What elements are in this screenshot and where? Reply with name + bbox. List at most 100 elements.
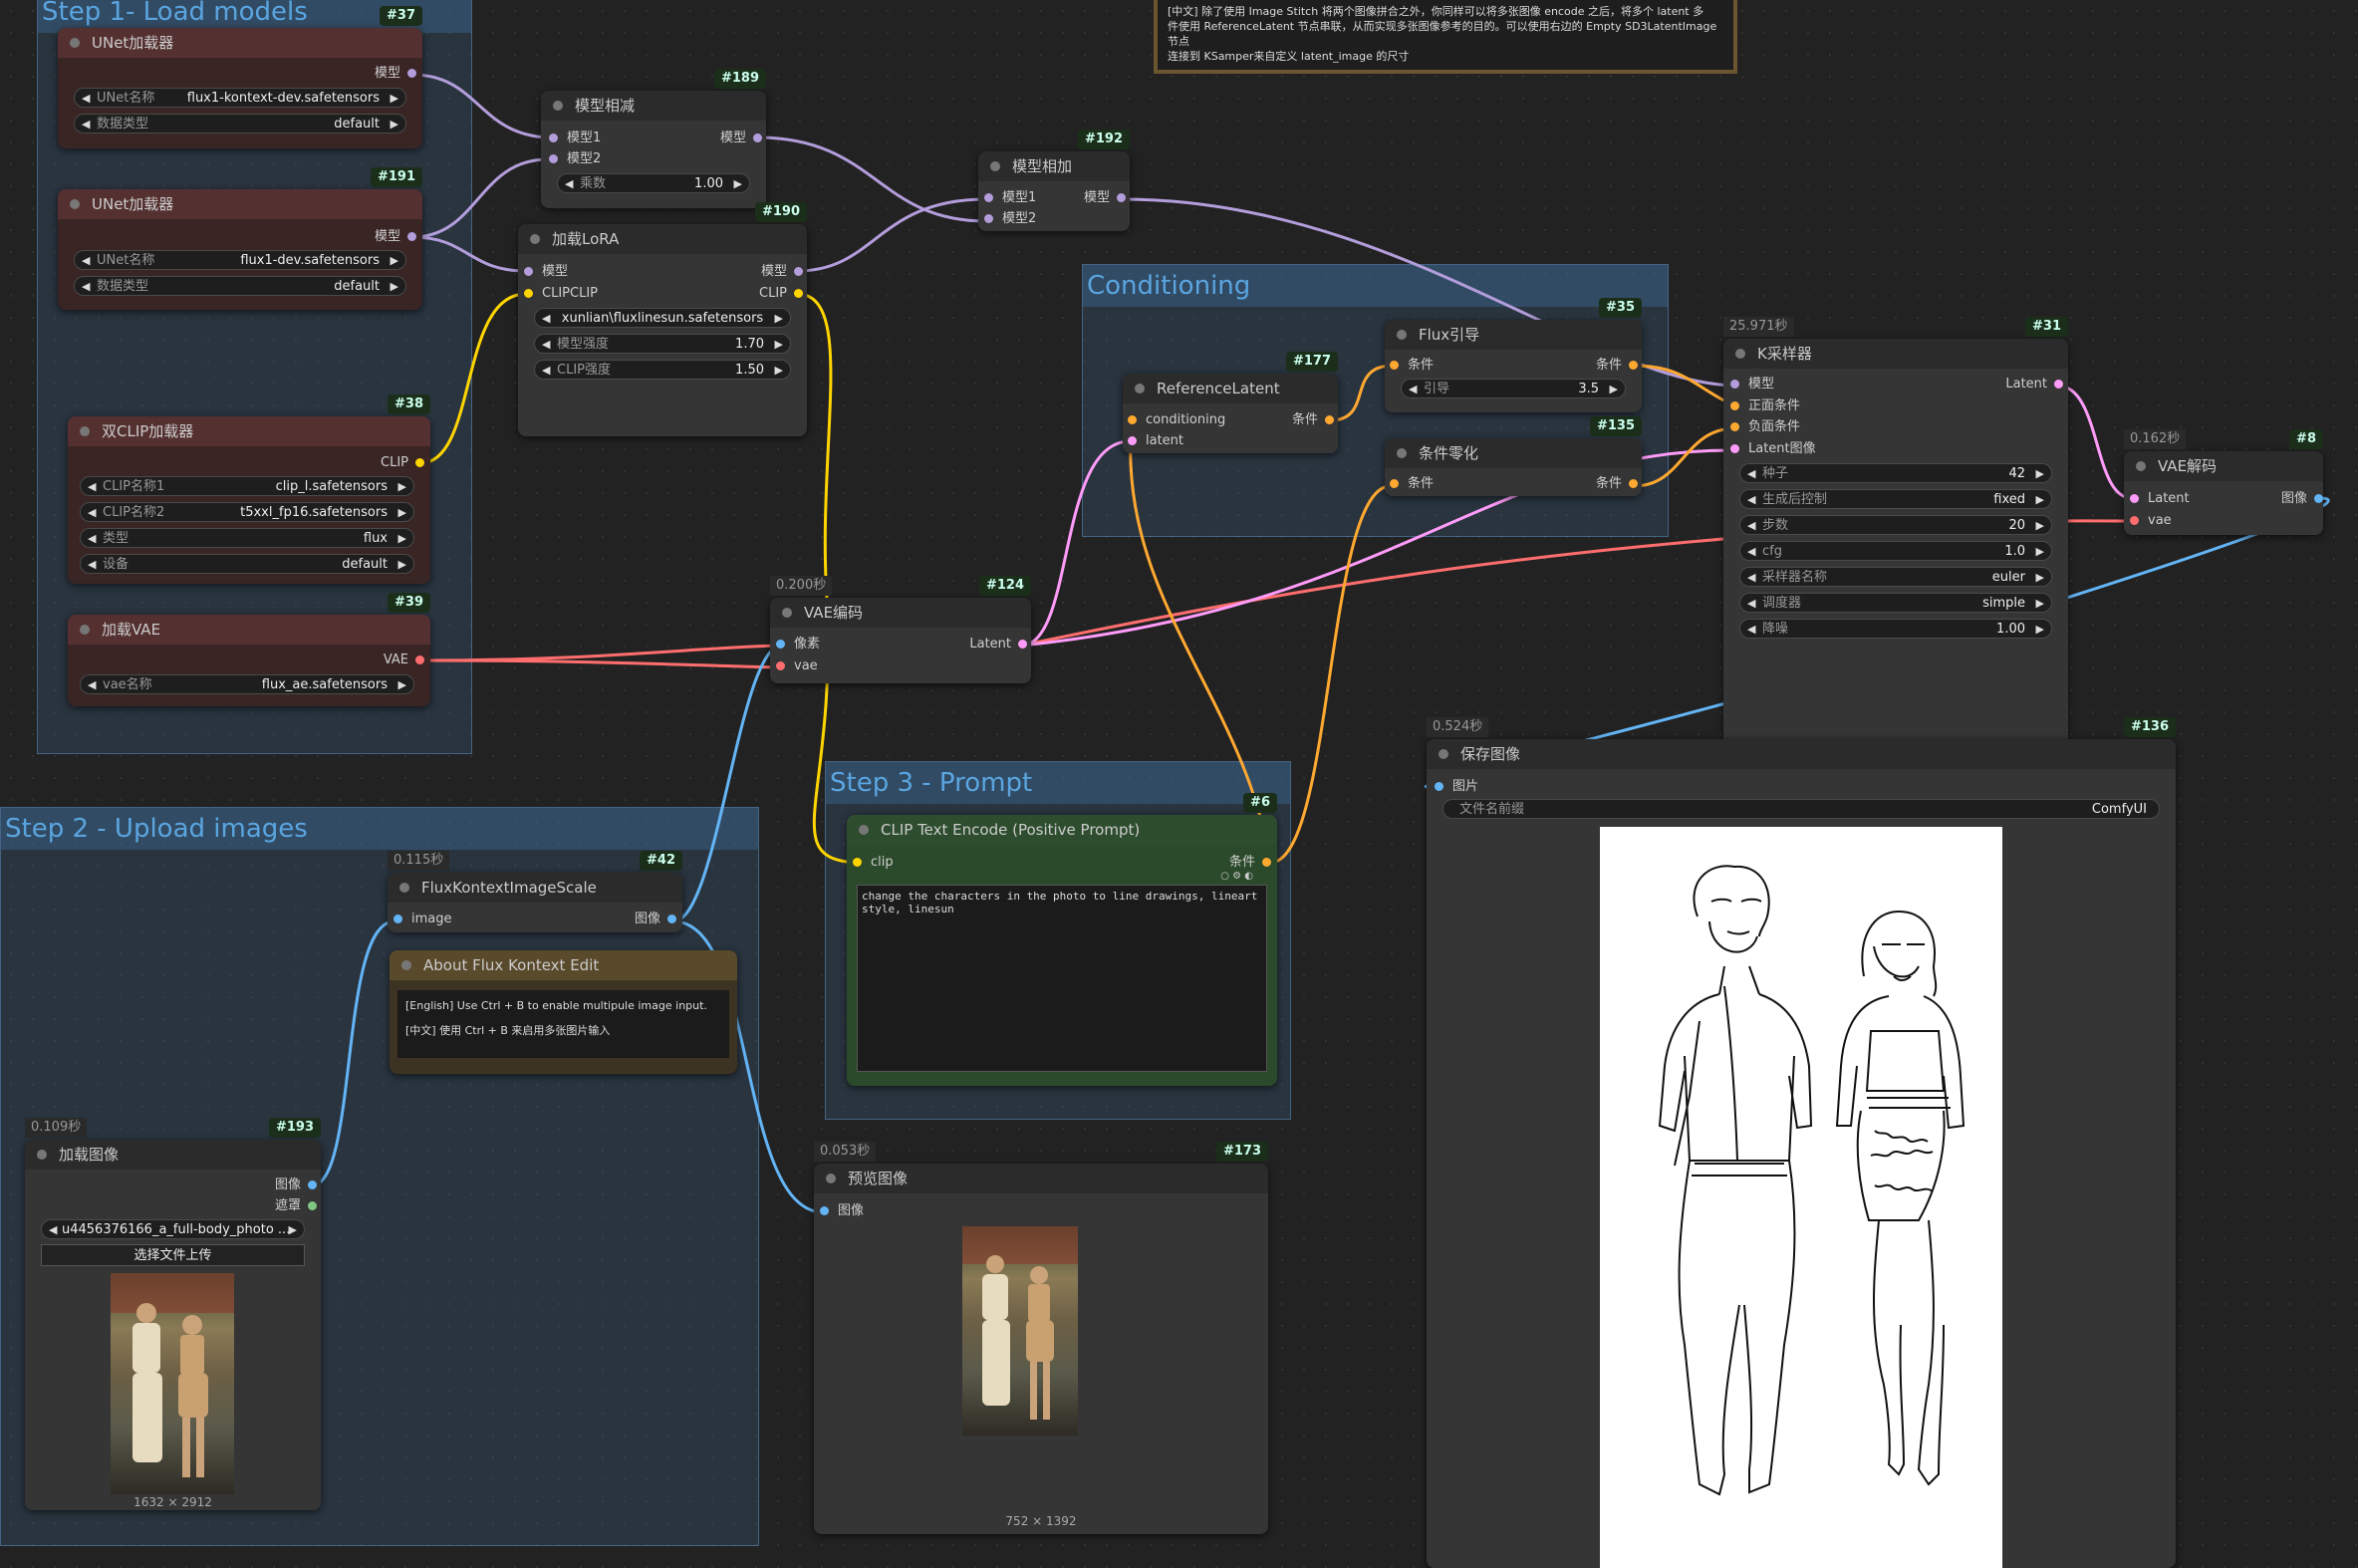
slot-dot[interactable] [407, 232, 416, 241]
slot-dot[interactable] [524, 289, 533, 298]
arrow-left-icon[interactable]: ◀ [542, 335, 550, 353]
widget-type[interactable]: ◀ 类型 flux ▶ [80, 528, 414, 548]
slot-dot[interactable] [984, 214, 993, 223]
node-conditioning-zero-out-135[interactable]: #135 条件零化 条件 条件 [1385, 416, 1642, 496]
slot-dot[interactable] [2130, 494, 2139, 503]
output-clip[interactable]: CLIP [381, 453, 424, 473]
arrow-right-icon[interactable]: ▶ [391, 115, 398, 132]
slot-dot[interactable] [1325, 415, 1334, 424]
widget-clip-name-1[interactable]: ◀ CLIP名称1 clip_l.safetensors ▶ [80, 476, 414, 496]
arrow-right-icon[interactable]: ▶ [398, 477, 406, 495]
output-conditioning[interactable]: 条件 [1292, 410, 1334, 430]
output-conditioning[interactable]: 条件 [1229, 853, 1271, 873]
input-vae[interactable]: vae [2130, 511, 2172, 531]
slot-dot[interactable] [1018, 640, 1027, 649]
arrow-left-icon[interactable]: ◀ [1747, 542, 1755, 560]
slot-dot[interactable] [984, 193, 993, 202]
widget-unet-name[interactable]: ◀ UNet名称 flux1-kontext-dev.safetensors ▶ [74, 88, 406, 108]
slot-dot[interactable] [820, 1206, 829, 1215]
arrow-right-icon[interactable]: ▶ [398, 529, 406, 547]
input-conditioning[interactable]: 条件 [1390, 474, 1434, 494]
collapse-dot-icon[interactable] [859, 825, 869, 835]
arrow-right-icon[interactable]: ▶ [391, 251, 398, 269]
about-note-text[interactable]: [English] Use Ctrl + B to enable multipu… [397, 990, 729, 1058]
arrow-right-icon[interactable]: ▶ [391, 277, 398, 295]
output-latent[interactable]: Latent [2005, 375, 2063, 394]
slot-dot[interactable] [415, 458, 424, 467]
slot-dot[interactable] [549, 154, 558, 163]
node-flux-kontext-image-scale-42[interactable]: 0.115秒 #42 FluxKontextImageScale image 图… [388, 851, 682, 932]
arrow-left-icon[interactable]: ◀ [88, 477, 96, 495]
input-latent[interactable]: Latent [2130, 489, 2190, 509]
arrow-left-icon[interactable]: ◀ [49, 1220, 57, 1238]
upload-file-button[interactable]: 选择文件上传 [41, 1244, 305, 1266]
arrow-left-icon[interactable]: ◀ [82, 251, 90, 269]
widget-clip-strength[interactable]: ◀ CLIP强度 1.50 ▶ [534, 360, 791, 380]
widget-vae-name[interactable]: ◀ vae名称 flux_ae.safetensors ▶ [80, 674, 414, 694]
arrow-left-icon[interactable]: ◀ [82, 277, 90, 295]
node-vae-loader-39[interactable]: #39 加载VAE VAE ◀ vae名称 flux_ae.safetensors ▶ [68, 593, 430, 706]
slot-dot[interactable] [415, 655, 424, 664]
input-model[interactable]: 模型 [524, 262, 568, 282]
slot-dot[interactable] [407, 69, 416, 78]
arrow-right-icon[interactable]: ▶ [391, 89, 398, 107]
slot-dot[interactable] [1262, 858, 1271, 867]
arrow-right-icon[interactable]: ▶ [2036, 464, 2044, 482]
arrow-left-icon[interactable]: ◀ [1747, 490, 1755, 508]
slot-dot[interactable] [794, 289, 803, 298]
collapse-dot-icon[interactable] [1397, 330, 1407, 340]
slot-dot[interactable] [1730, 422, 1739, 431]
node-reference-latent-177[interactable]: #177 ReferenceLatent conditioning latent… [1123, 352, 1338, 453]
input-clip[interactable]: clip [853, 853, 894, 873]
arrow-left-icon[interactable]: ◀ [88, 555, 96, 573]
collapse-dot-icon[interactable] [37, 1150, 47, 1160]
top-note[interactable]: [中文] 除了使用 Image Stitch 将两个图像拼合之外，你同样可以将多… [1154, 0, 1737, 74]
collapse-dot-icon[interactable] [70, 199, 80, 209]
output-model[interactable]: 模型 [1084, 188, 1126, 208]
slot-dot[interactable] [549, 133, 558, 142]
node-load-lora-190[interactable]: #190 加载LoRA 模型 CLIPCLIP 模型 CLIP ◀ xunlian… [518, 202, 807, 436]
input-negative[interactable]: 负面条件 [1730, 417, 1800, 437]
arrow-left-icon[interactable]: ◀ [1747, 620, 1755, 638]
output-conditioning[interactable]: 条件 [1596, 474, 1638, 494]
input-vae[interactable]: vae [776, 656, 818, 676]
collapse-dot-icon[interactable] [1397, 448, 1407, 458]
slot-dot[interactable] [1629, 479, 1638, 488]
node-preview-image-173[interactable]: 0.053秒 #173 预览图像 图像 752 × 1392 [814, 1142, 1268, 1534]
arrow-left-icon[interactable]: ◀ [1747, 516, 1755, 534]
slot-dot[interactable] [1730, 401, 1739, 410]
collapse-dot-icon[interactable] [70, 38, 80, 48]
input-latent[interactable]: latent [1128, 431, 1183, 451]
widget-dtype[interactable]: ◀ 数据类型 default ▶ [74, 276, 406, 296]
arrow-right-icon[interactable]: ▶ [2036, 516, 2044, 534]
arrow-left-icon[interactable]: ◀ [88, 503, 96, 521]
arrow-right-icon[interactable]: ▶ [2036, 594, 2044, 612]
input-latent-image[interactable]: Latent图像 [1730, 439, 1816, 459]
slot-dot[interactable] [1730, 444, 1739, 453]
slot-dot[interactable] [1128, 436, 1137, 445]
node-model-subtract-189[interactable]: #189 模型相减 模型1 模型2 模型 ◀ 乘数 1.00 ▶ [541, 69, 766, 208]
slot-dot[interactable] [1117, 193, 1126, 202]
slot-dot[interactable] [2054, 380, 2063, 389]
widget-lora-name[interactable]: ◀ xunlian\fluxlinesun.safetensors ▶ [534, 308, 791, 328]
collapse-dot-icon[interactable] [401, 960, 411, 970]
slot-dot[interactable] [776, 640, 785, 649]
arrow-left-icon[interactable]: ◀ [1409, 380, 1417, 397]
widget-scheduler[interactable]: ◀ 调度器 simple ▶ [1739, 593, 2052, 613]
collapse-dot-icon[interactable] [2136, 461, 2146, 471]
arrow-right-icon[interactable]: ▶ [2036, 542, 2044, 560]
slot-dot[interactable] [2130, 516, 2139, 525]
output-model[interactable]: 模型 [375, 64, 416, 84]
prompt-textarea[interactable]: change the characters in the photo to li… [857, 885, 1267, 1072]
input-model-2[interactable]: 模型2 [984, 209, 1036, 229]
widget-cfg[interactable]: ◀ cfg 1.0 ▶ [1739, 541, 2052, 561]
slot-dot[interactable] [776, 661, 785, 670]
slot-dot[interactable] [524, 267, 533, 276]
input-model-2[interactable]: 模型2 [549, 149, 601, 169]
node-save-image-136[interactable]: 0.524秒 #136 保存图像 图片 文件名前缀 ComfyUI [1427, 717, 2176, 1568]
arrow-right-icon[interactable]: ▶ [398, 503, 406, 521]
arrow-right-icon[interactable]: ▶ [734, 174, 742, 192]
node-clip-text-encode-6[interactable]: #6 CLIP Text Encode (Positive Prompt) cl… [847, 793, 1277, 1086]
arrow-left-icon[interactable]: ◀ [88, 529, 96, 547]
collapse-dot-icon[interactable] [1135, 384, 1145, 393]
